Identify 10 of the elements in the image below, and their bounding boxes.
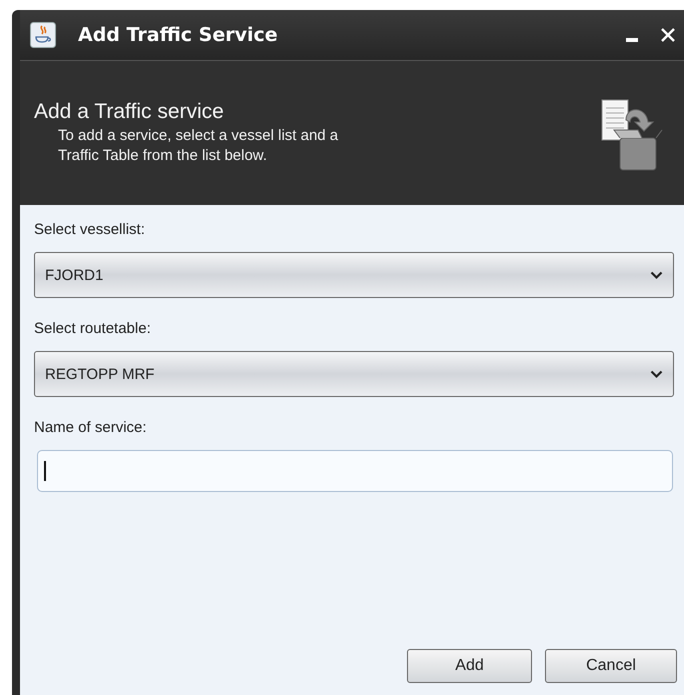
header-description: To add a service, select a vessel list and a Traffic Table from the list below.: [58, 126, 340, 166]
header-title: Add a Traffic service: [34, 100, 225, 124]
field-label: Select vessellist:: [34, 221, 146, 238]
dialog-button[interactable]: Cancel: [545, 649, 677, 683]
field-label: Select routetable:: [34, 320, 152, 337]
window-title: Add Traffic Service: [78, 24, 278, 46]
field-label: Name of service:: [34, 419, 148, 436]
dropdown[interactable]: REGTOPP MRF: [34, 351, 674, 397]
dropdown[interactable]: FJORD1: [34, 252, 674, 298]
dialog-button[interactable]: Add: [407, 649, 532, 683]
